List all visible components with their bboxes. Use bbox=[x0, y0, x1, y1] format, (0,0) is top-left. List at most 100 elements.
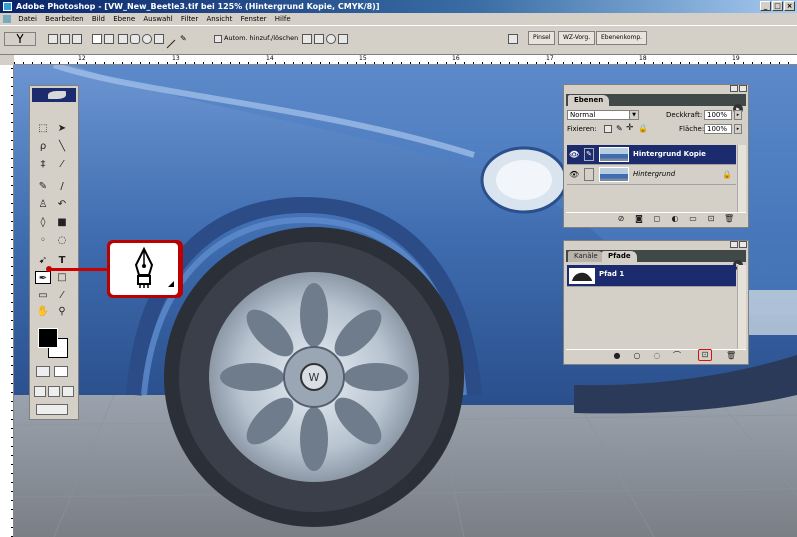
opacity-slider-button[interactable]: ▸ bbox=[734, 110, 742, 120]
path-intersect-button[interactable] bbox=[326, 34, 336, 44]
layer-link-box[interactable] bbox=[584, 168, 594, 181]
pen-tool-icon[interactable]: ✒ bbox=[35, 271, 51, 284]
layers-panel-titlebar[interactable] bbox=[564, 85, 748, 93]
blend-mode-select[interactable]: Normal ▼ bbox=[567, 110, 639, 120]
ruler-vertical[interactable] bbox=[0, 65, 14, 537]
screen-mode-full-menu[interactable] bbox=[48, 386, 60, 397]
layers-scrollbar[interactable] bbox=[737, 145, 746, 213]
close-button[interactable]: × bbox=[784, 1, 795, 11]
freeform-pen-button[interactable] bbox=[104, 34, 114, 44]
brush-tool-icon[interactable]: / bbox=[54, 180, 70, 193]
new-group-icon[interactable]: ▭ bbox=[688, 214, 698, 224]
path-add-button[interactable] bbox=[302, 34, 312, 44]
menu-ansicht[interactable]: Ansicht bbox=[203, 13, 235, 25]
document-icon[interactable] bbox=[3, 15, 11, 23]
panel-minimize-button[interactable] bbox=[730, 85, 738, 92]
path-row[interactable]: Pfad 1 bbox=[567, 265, 736, 287]
imageready-button[interactable] bbox=[36, 404, 68, 415]
paths-scrollbar[interactable] bbox=[737, 265, 746, 349]
line-button[interactable] bbox=[166, 34, 176, 49]
blur-tool-icon[interactable]: ◦ bbox=[35, 234, 51, 247]
screen-mode-full[interactable] bbox=[62, 386, 74, 397]
stamp-tool-icon[interactable]: ♙ bbox=[35, 198, 51, 211]
quickmask-mode-button[interactable] bbox=[54, 366, 68, 377]
workspace-icon[interactable] bbox=[508, 34, 518, 44]
menu-fenster[interactable]: Fenster bbox=[238, 13, 270, 25]
layer-style-icon[interactable]: ◙ bbox=[634, 214, 644, 224]
zoom-tool-icon[interactable]: ⚲ bbox=[54, 305, 70, 318]
polygon-button[interactable] bbox=[154, 34, 164, 44]
lasso-tool-icon[interactable]: ρ bbox=[35, 140, 51, 153]
menu-bild[interactable]: Bild bbox=[89, 13, 108, 25]
pen-mode-button[interactable] bbox=[92, 34, 102, 44]
path-exclude-button[interactable] bbox=[338, 34, 348, 44]
fill-pixels-button[interactable] bbox=[72, 34, 82, 44]
lock-position-icon[interactable]: ✛ bbox=[626, 123, 634, 133]
load-as-selection-icon[interactable]: ◌ bbox=[652, 351, 662, 361]
link-layers-icon[interactable]: ⊘ bbox=[616, 214, 626, 224]
menu-hilfe[interactable]: Hilfe bbox=[272, 13, 294, 25]
paths-panel-titlebar[interactable] bbox=[564, 241, 748, 249]
lock-transparency-checkbox[interactable] bbox=[604, 125, 612, 133]
visibility-eye-icon[interactable]: 👁 bbox=[569, 150, 579, 159]
new-layer-icon[interactable]: ⊡ bbox=[706, 214, 716, 224]
layer-row[interactable]: 👁 Hintergrund 🔒 bbox=[567, 165, 736, 185]
stroke-path-icon[interactable]: ○ bbox=[632, 351, 642, 361]
custom-shape-button[interactable]: ✎ bbox=[180, 34, 190, 44]
trash-icon[interactable]: 🗑 bbox=[724, 214, 734, 224]
move-tool-icon[interactable]: ➤ bbox=[54, 122, 70, 135]
opacity-input[interactable]: 100% bbox=[704, 110, 732, 120]
menu-datei[interactable]: Datei bbox=[15, 13, 40, 25]
panel-close-button[interactable] bbox=[739, 85, 747, 92]
lock-all-icon[interactable]: 🔒 bbox=[638, 124, 648, 133]
ruler-horizontal[interactable]: 12 13 14 15 16 17 18 19 bbox=[14, 55, 797, 65]
make-work-path-icon[interactable]: ⌒ bbox=[672, 351, 682, 361]
menu-ebene[interactable]: Ebene bbox=[110, 13, 138, 25]
auto-add-delete-checkbox[interactable] bbox=[214, 35, 222, 43]
notes-tool-icon[interactable]: ▭ bbox=[35, 289, 51, 302]
adjustment-layer-icon[interactable]: ◐ bbox=[670, 214, 680, 224]
hand-tool-icon[interactable]: ✋ bbox=[35, 305, 51, 318]
crop-tool-icon[interactable]: ‡ bbox=[35, 158, 51, 171]
fill-path-icon[interactable]: ● bbox=[612, 351, 622, 361]
menu-auswahl[interactable]: Auswahl bbox=[140, 13, 175, 25]
panel-minimize-button[interactable] bbox=[730, 241, 738, 248]
tool-preset-picker[interactable] bbox=[4, 32, 36, 46]
rounded-rect-button[interactable] bbox=[130, 34, 140, 44]
standard-mode-button[interactable] bbox=[36, 366, 50, 377]
layer-brush-icon[interactable]: ✎ bbox=[584, 148, 594, 161]
menu-bearbeiten[interactable]: Bearbeiten bbox=[42, 13, 86, 25]
eyedropper-icon[interactable]: ⁄ bbox=[54, 289, 70, 302]
panel-close-button[interactable] bbox=[739, 241, 747, 248]
magic-wand-icon[interactable]: ╲ bbox=[54, 140, 70, 153]
shape-tool-icon[interactable]: □ bbox=[54, 271, 70, 284]
tab-kanaele[interactable]: Kanäle bbox=[568, 251, 604, 262]
visibility-eye-icon[interactable]: 👁 bbox=[569, 170, 579, 179]
history-brush-icon[interactable]: ↶ bbox=[54, 198, 70, 211]
path-subtract-button[interactable] bbox=[314, 34, 324, 44]
delete-path-icon[interactable]: 🗑 bbox=[726, 351, 736, 361]
tab-ebenenkomp[interactable]: Ebenenkomp. bbox=[596, 31, 648, 45]
ellipse-button[interactable] bbox=[142, 34, 152, 44]
tab-wz-vorg[interactable]: WZ-Vorg. bbox=[558, 31, 596, 45]
layer-mask-icon[interactable]: ◻ bbox=[652, 214, 662, 224]
new-path-icon[interactable]: ⊡ bbox=[698, 349, 712, 361]
fill-slider-button[interactable]: ▸ bbox=[734, 124, 742, 134]
layer-row[interactable]: 👁 ✎ Hintergrund Kopie bbox=[567, 145, 736, 165]
tab-pfade[interactable]: Pfade bbox=[602, 251, 637, 262]
marquee-tool-icon[interactable]: ⬚ bbox=[35, 122, 51, 135]
toolbox-logo[interactable] bbox=[32, 88, 76, 102]
paths-mode-button[interactable] bbox=[60, 34, 70, 44]
menu-filter[interactable]: Filter bbox=[178, 13, 201, 25]
tab-pinsel[interactable]: Pinsel bbox=[528, 31, 556, 45]
healing-brush-icon[interactable]: ✎ bbox=[35, 180, 51, 193]
shape-layers-button[interactable] bbox=[48, 34, 58, 44]
tab-ebenen[interactable]: Ebenen bbox=[568, 95, 610, 106]
eraser-tool-icon[interactable]: ◊ bbox=[35, 216, 51, 229]
fill-input[interactable]: 100% bbox=[704, 124, 732, 134]
lock-pixels-icon[interactable]: ✎ bbox=[616, 124, 623, 133]
rectangle-shape-button[interactable] bbox=[118, 34, 128, 44]
maximize-button[interactable]: □ bbox=[772, 1, 783, 11]
gradient-tool-icon[interactable]: ■ bbox=[54, 216, 70, 229]
minimize-button[interactable]: _ bbox=[760, 1, 771, 11]
